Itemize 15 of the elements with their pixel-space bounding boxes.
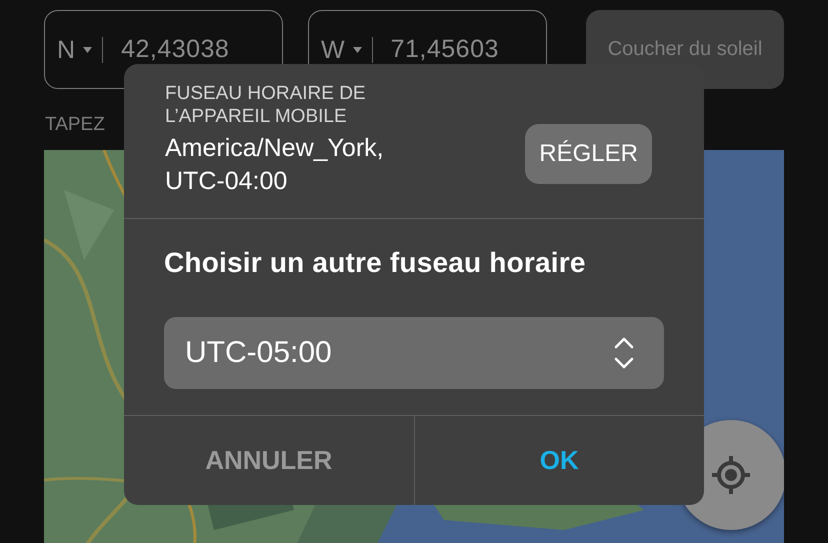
caret-icon — [83, 46, 92, 52]
set-button[interactable]: RÉGLER — [525, 124, 652, 184]
timezone-select[interactable]: UTC-05:00 — [164, 317, 664, 389]
crosshair-icon — [710, 454, 752, 496]
coordinate-value: 71,45603 — [390, 35, 499, 64]
hint-label: TAPEZ — [45, 114, 105, 137]
chevron-up-down-icon — [614, 336, 634, 370]
prompt-text: Choisir un autre fuseau horaire — [164, 247, 587, 279]
dialog-button[interactable]: ANNULER — [124, 416, 414, 505]
hemisphere-dropdown[interactable]: W — [321, 36, 373, 62]
caret-icon — [352, 46, 362, 52]
device-timezone: America/New_York, UTC-04:00 — [165, 133, 385, 197]
dialog-button[interactable]: OK — [414, 416, 704, 505]
coordinate-value: 42,43038 — [121, 35, 230, 64]
hemisphere-dropdown[interactable]: N — [57, 36, 104, 62]
